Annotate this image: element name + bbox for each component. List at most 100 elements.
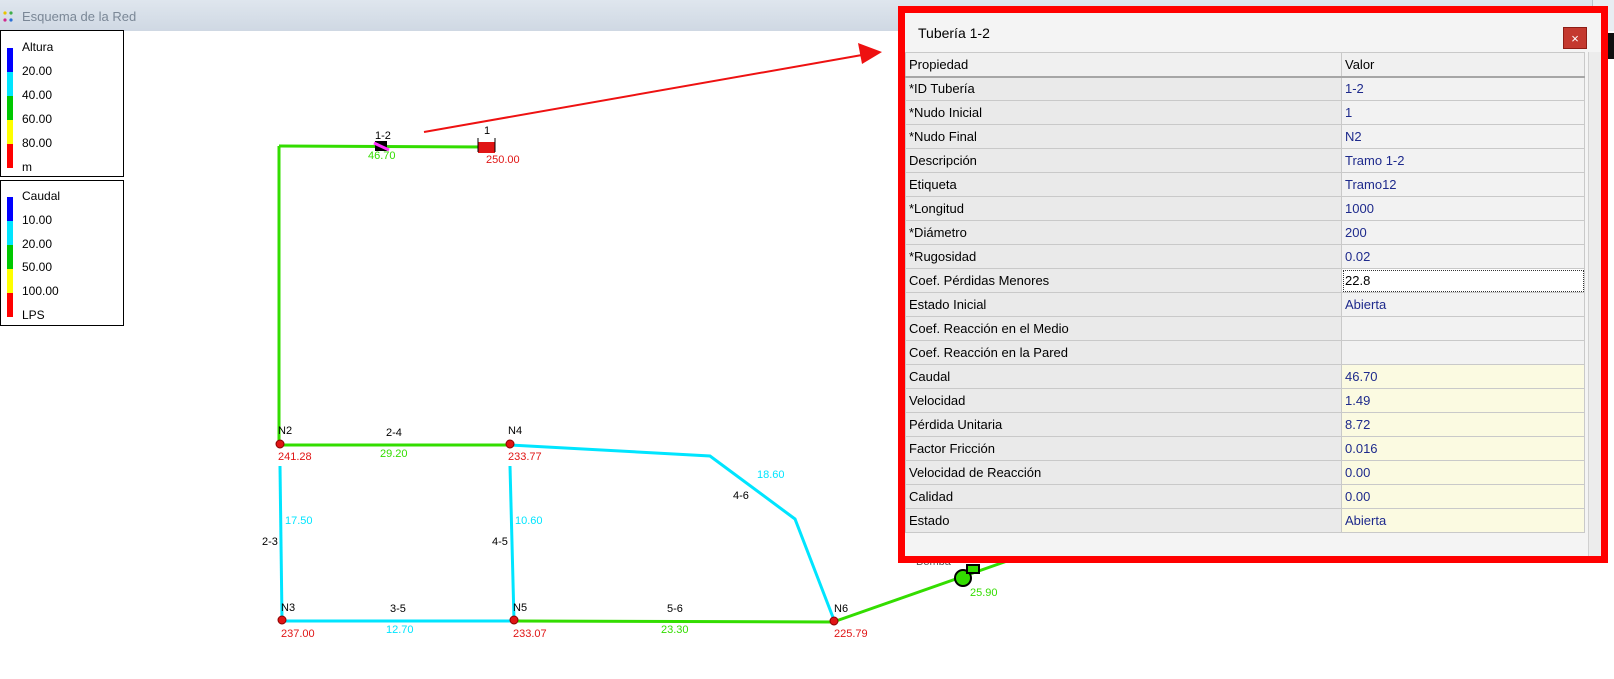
property-row[interactable]: Factor Fricción 0.016 [905,436,1585,461]
node-label: N6 [834,603,848,615]
head-label: 233.07 [513,628,547,640]
pump-icon[interactable] [954,564,980,587]
property-row[interactable]: Estado Abierta [905,508,1585,533]
flow-label: 23.30 [661,624,689,636]
property-value[interactable]: Tramo 1-2 [1341,148,1585,173]
pipe-label: 2-3 [262,536,278,548]
pipe-label: 4-5 [492,536,508,548]
property-name: Velocidad de Reacción [905,460,1342,485]
property-row[interactable]: Velocidad 1.49 [905,388,1585,413]
property-row[interactable]: Calidad 0.00 [905,484,1585,509]
pipe-4-5[interactable] [508,465,516,621]
flow-label: 18.60 [757,469,785,481]
grid-header-row: Propiedad Valor [905,52,1585,78]
property-name: Pérdida Unitaria [905,412,1342,437]
pipe-label: 5-6 [667,603,683,615]
property-value[interactable]: Abierta [1341,292,1585,317]
property-value[interactable]: 1000 [1341,196,1585,221]
flow-label: 10.60 [515,515,543,527]
annotation-arrowhead [858,43,882,64]
property-editor-panel[interactable]: Tubería 1-2 × Propiedad Valor *ID Tuberí… [898,6,1608,563]
node-n2[interactable] [275,439,285,449]
node-label: N2 [278,425,292,437]
property-name: *Nudo Inicial [905,100,1342,125]
head-label: 250.00 [486,154,520,166]
property-value[interactable] [1341,340,1585,365]
property-row[interactable]: Coef. Pérdidas Menores 22.8 [905,268,1585,293]
property-value[interactable] [1341,316,1585,341]
flow-label: 17.50 [285,515,313,527]
property-name: *Rugosidad [905,244,1342,269]
node-n6[interactable] [829,616,839,626]
property-value-input[interactable]: 22.8 [1341,268,1585,293]
pipe-label: 4-6 [733,490,749,502]
property-row[interactable]: *ID Tubería 1-2 [905,76,1585,101]
panel-scrollbar[interactable] [1588,52,1601,556]
property-row[interactable]: *Rugosidad 0.02 [905,244,1585,269]
property-name: Coef. Reacción en el Medio [905,316,1342,341]
pipe-5-6[interactable] [515,619,835,624]
property-value: 1.49 [1341,388,1585,413]
property-name: *Nudo Final [905,124,1342,149]
value-column-header[interactable]: Valor [1341,52,1585,78]
property-row[interactable]: *Diámetro 200 [905,220,1585,245]
property-value: Abierta [1341,508,1585,533]
property-name: Coef. Reacción en la Pared [905,340,1342,365]
property-grid[interactable]: Propiedad Valor *ID Tubería 1-2 *Nudo Inic… [905,52,1585,533]
property-value[interactable]: N2 [1341,124,1585,149]
property-name: *ID Tubería [905,76,1342,101]
pipe-2-3[interactable] [278,465,284,621]
property-name: *Longitud [905,196,1342,221]
property-value[interactable]: 1-2 [1341,76,1585,101]
node-label: N5 [513,602,527,614]
property-name: Coef. Pérdidas Menores [905,268,1342,293]
property-name: *Diámetro [905,220,1342,245]
property-name: Etiqueta [905,172,1342,197]
reservoir-icon[interactable] [477,138,496,153]
property-row[interactable]: Coef. Reacción en el Medio [905,316,1585,341]
property-name: Estado Inicial [905,292,1342,317]
pipe-label: 2-4 [386,427,402,439]
property-value: 0.016 [1341,436,1585,461]
property-row[interactable]: *Longitud 1000 [905,196,1585,221]
property-value[interactable]: 0.02 [1341,244,1585,269]
property-row[interactable]: Caudal 46.70 [905,364,1585,389]
property-column-header[interactable]: Propiedad [905,52,1342,78]
property-row[interactable]: *Nudo Inicial 1 [905,100,1585,125]
flow-label: 25.90 [970,587,998,599]
property-value[interactable]: 200 [1341,220,1585,245]
property-name: Velocidad [905,388,1342,413]
head-label: 241.28 [278,451,312,463]
property-value: 46.70 [1341,364,1585,389]
node-n3[interactable] [277,615,287,625]
node-n5[interactable] [509,615,519,625]
flow-label: 12.70 [386,624,414,636]
node-label: N4 [508,425,522,437]
property-row[interactable]: Etiqueta Tramo12 [905,172,1585,197]
close-button[interactable]: × [1563,27,1587,49]
property-name: Factor Fricción [905,436,1342,461]
property-name: Estado [905,508,1342,533]
property-value[interactable]: Tramo12 [1341,172,1585,197]
property-value: 0.00 [1341,460,1585,485]
property-value[interactable]: 1 [1341,100,1585,125]
property-name: Caudal [905,364,1342,389]
head-label: 237.00 [281,628,315,640]
node-label: N3 [281,602,295,614]
property-row[interactable]: Coef. Reacción en la Pared [905,340,1585,365]
property-row[interactable]: Pérdida Unitaria 8.72 [905,412,1585,437]
pipe-label: 3-5 [390,603,406,615]
property-name: Calidad [905,484,1342,509]
annotation-arrow [423,54,863,133]
panel-title: Tubería 1-2 [918,25,990,41]
node-n4[interactable] [505,439,515,449]
property-row[interactable]: Descripción Tramo 1-2 [905,148,1585,173]
flow-label: 46.70 [368,150,396,162]
property-row[interactable]: *Nudo Final N2 [905,124,1585,149]
pipe-label: 1-2 [375,130,391,142]
property-value: 0.00 [1341,484,1585,509]
property-row[interactable]: Velocidad de Reacción 0.00 [905,460,1585,485]
flow-label: 29.20 [380,448,408,460]
pipe-4-6[interactable] [509,443,836,621]
property-row[interactable]: Estado Inicial Abierta [905,292,1585,317]
